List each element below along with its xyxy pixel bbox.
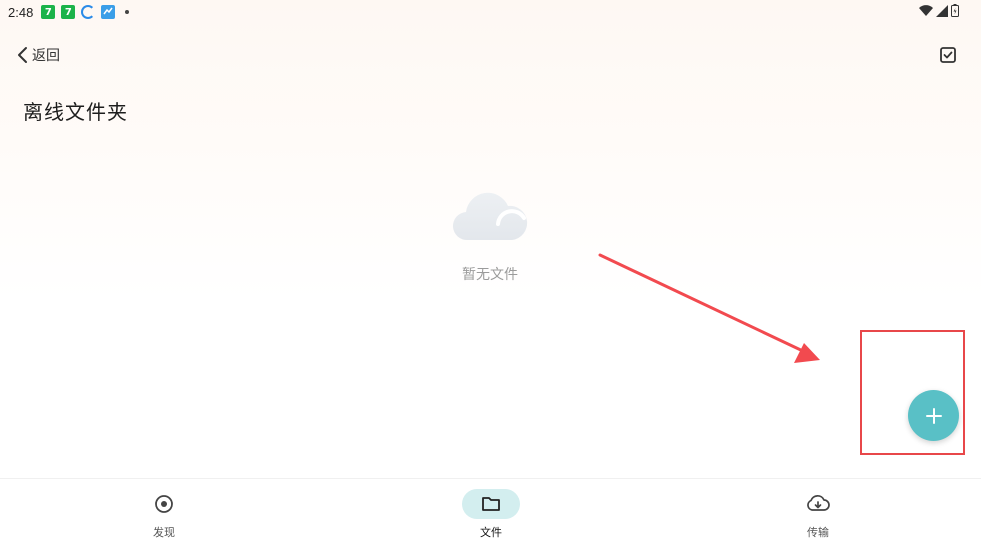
nav-item-files[interactable]: 文件 <box>451 489 531 541</box>
status-right-icons <box>919 4 959 17</box>
top-bar: 返回 <box>0 36 981 76</box>
cloud-icon <box>452 180 528 244</box>
nav-item-discover[interactable]: 发现 <box>124 489 204 541</box>
nav-label-files: 文件 <box>480 526 502 539</box>
battery-icon <box>951 4 959 17</box>
back-button[interactable]: 返回 <box>16 42 60 68</box>
empty-state: 暂无文件 <box>430 180 550 284</box>
empty-state-text: 暂无文件 <box>462 267 518 283</box>
app-badge-blue-icon <box>101 5 116 19</box>
annotation-arrow <box>598 253 820 363</box>
nav-icon-wrap-active <box>462 489 520 519</box>
back-label: 返回 <box>32 48 60 64</box>
plus-icon <box>925 407 942 424</box>
app-badge-7-icon: 7 <box>61 5 76 19</box>
app-badge-7-icon: 7 <box>41 5 56 19</box>
wifi-icon <box>919 4 933 16</box>
nav-label-transfer: 传输 <box>807 526 829 539</box>
status-time: 2:48 <box>8 4 34 20</box>
chevron-left-icon <box>18 47 27 63</box>
folder-icon <box>482 497 500 511</box>
page-title: 离线文件夹 <box>23 100 128 124</box>
loading-ring-icon <box>81 5 96 19</box>
signal-icon <box>936 4 948 17</box>
notification-dot-icon <box>125 10 130 14</box>
bottom-nav: 发现 文件 传输 <box>0 478 981 552</box>
select-button[interactable] <box>939 46 957 64</box>
checkbox-icon <box>940 47 956 63</box>
status-bar: 2:48 7 7 <box>0 0 981 24</box>
annotation-highlight-box <box>860 330 965 455</box>
nav-icon-wrap <box>135 489 193 519</box>
cloud-download-icon <box>807 494 830 511</box>
add-fab-button[interactable] <box>908 390 959 441</box>
nav-label-discover: 发现 <box>153 526 175 539</box>
nav-icon-wrap <box>789 489 847 519</box>
nav-item-transfer[interactable]: 传输 <box>778 489 858 541</box>
discover-icon <box>155 495 173 513</box>
